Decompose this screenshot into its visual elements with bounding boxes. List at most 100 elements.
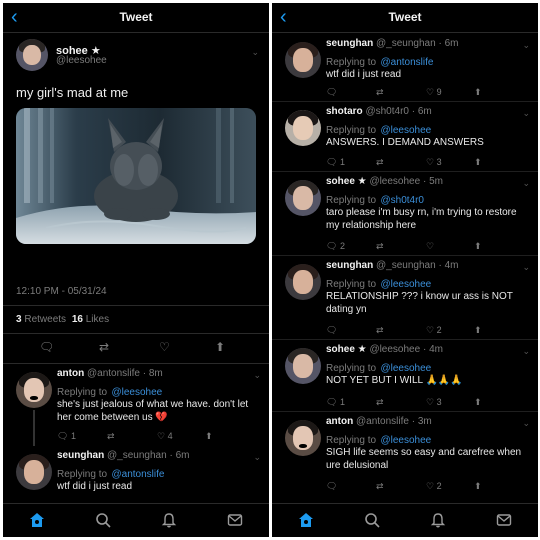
share-icon[interactable]: ⬆ <box>205 430 213 442</box>
reply-header: seunghan @_seunghan · 4m <box>326 260 458 271</box>
reply-tweet[interactable]: sohee ★ @leesohee · 5m Replying to @sh0t… <box>272 172 538 256</box>
author-handle: @_seunghan <box>376 38 436 49</box>
like-icon[interactable]: ♡ 9 <box>426 86 442 98</box>
reply-icon[interactable]: 🗨︎ 2 <box>326 240 345 252</box>
share-icon[interactable]: ⬆ <box>474 324 482 336</box>
bell-icon[interactable] <box>430 512 446 528</box>
retweet-icon[interactable]: ⇄ <box>376 86 384 98</box>
like-icon[interactable]: ♡ 2 <box>426 480 442 492</box>
like-count: 2 <box>436 481 442 491</box>
author-handle: @leesohee <box>369 344 421 355</box>
share-icon[interactable]: ⬆ <box>474 396 482 408</box>
chevron-down-icon[interactable]: ⌄ <box>253 452 261 463</box>
tweet-image[interactable] <box>16 108 256 244</box>
reply-tweet[interactable]: seunghan @_seunghan · 6m Replying to @an… <box>3 446 269 502</box>
retweet-icon[interactable]: ⇄ <box>376 480 384 492</box>
like-icon[interactable]: ♡ 2 <box>426 324 442 336</box>
reply-tweet[interactable]: shotaro @sh0t4r0 · 6m Replying to @leeso… <box>272 102 538 172</box>
mention-link[interactable]: @sh0t4r0 <box>380 195 424 206</box>
mention-link[interactable]: @leesohee <box>380 363 431 374</box>
retweet-icon[interactable]: ⇄ <box>376 324 384 336</box>
reply-icon[interactable]: 🗨︎ 1 <box>326 156 345 168</box>
home-icon[interactable] <box>298 512 314 528</box>
mention-link[interactable]: @leesohee <box>380 125 431 136</box>
avatar[interactable] <box>285 42 321 78</box>
reply-tweet[interactable]: anton @antonslife · 8m Replying to @lees… <box>3 364 269 446</box>
share-icon[interactable]: ⬆ <box>474 86 482 98</box>
mention-link[interactable]: @leesohee <box>380 435 431 446</box>
like-icon[interactable]: ♡ 3 <box>426 396 442 408</box>
reply-icon[interactable]: 🗨︎ 1 <box>57 430 76 442</box>
mail-icon[interactable] <box>496 512 512 528</box>
avatar[interactable] <box>285 348 321 384</box>
retweets-label[interactable]: Retweets <box>24 314 66 325</box>
reply-tweet[interactable]: anton @antonslife · 3m Replying to @lees… <box>272 412 538 496</box>
reply-tweet[interactable]: seunghan @_seunghan · 6m Replying to @an… <box>272 34 538 102</box>
reply-icon[interactable]: 🗨︎ 1 <box>326 396 345 408</box>
search-icon[interactable] <box>95 512 111 528</box>
dot-separator: · <box>408 416 418 427</box>
engagement-stats: 3 Retweets 16 Likes <box>16 314 109 325</box>
avatar[interactable] <box>285 110 321 146</box>
mention-link[interactable]: @antonslife <box>380 57 433 68</box>
avatar[interactable] <box>285 180 321 216</box>
chevron-down-icon[interactable]: ⌄ <box>251 47 259 58</box>
share-icon[interactable]: ⬆ <box>474 480 482 492</box>
retweet-icon[interactable]: ⇄ <box>376 156 384 168</box>
reply-tweet[interactable]: sohee ★ @leesohee · 4m Replying to @lees… <box>272 340 538 412</box>
search-icon[interactable] <box>364 512 380 528</box>
reply-icon[interactable]: 🗨︎ <box>326 86 337 98</box>
retweet-icon[interactable]: ⇄ <box>107 430 115 442</box>
like-count: 9 <box>436 87 442 97</box>
reply-icon[interactable]: 🗨︎ <box>326 480 337 492</box>
share-icon[interactable]: ⬆ <box>215 341 225 353</box>
mail-icon[interactable] <box>227 512 243 528</box>
author-name[interactable]: shotaro <box>326 106 363 117</box>
reply-icon[interactable]: 🗨︎ <box>39 341 54 353</box>
author-name[interactable]: anton <box>326 416 353 427</box>
author-handle: @_seunghan <box>376 260 436 271</box>
author-name[interactable]: seunghan <box>326 260 373 271</box>
like-icon[interactable]: ♡ 3 <box>426 156 442 168</box>
reply-actions: 🗨︎ 2 ⇄ ♡ ⬆ <box>326 240 522 252</box>
retweet-icon[interactable]: ⇄ <box>376 396 384 408</box>
avatar[interactable] <box>16 372 52 408</box>
like-icon[interactable]: ♡ <box>159 341 170 353</box>
reply-icon[interactable]: 🗨︎ <box>326 324 337 336</box>
reply-count: 1 <box>70 431 76 441</box>
mention-link[interactable]: @leesohee <box>111 387 162 398</box>
mention-link[interactable]: @leesohee <box>380 279 431 290</box>
avatar[interactable] <box>16 454 52 490</box>
reply-header: sohee ★ @leesohee · 4m <box>326 344 443 355</box>
chevron-down-icon[interactable]: ⌄ <box>253 370 261 381</box>
avatar[interactable] <box>285 264 321 300</box>
avatar[interactable] <box>285 420 321 456</box>
chevron-down-icon[interactable]: ⌄ <box>522 108 530 119</box>
author-name[interactable]: sohee ★ <box>326 176 367 187</box>
share-icon[interactable]: ⬆ <box>474 240 482 252</box>
author-name[interactable]: anton <box>57 368 84 379</box>
chevron-down-icon[interactable]: ⌄ <box>522 346 530 357</box>
author-handle: @leesohee <box>369 176 421 187</box>
reply-text: NOT YET BUT I WILL 🙏🙏🙏 <box>326 375 463 386</box>
author-name[interactable]: seunghan <box>326 38 373 49</box>
bell-icon[interactable] <box>161 512 177 528</box>
avatar[interactable] <box>16 39 48 71</box>
author-name[interactable]: sohee ★ <box>326 344 367 355</box>
like-icon[interactable]: ♡ <box>426 240 434 252</box>
reply-time: 6m <box>417 106 432 117</box>
chevron-down-icon[interactable]: ⌄ <box>522 262 530 273</box>
chevron-down-icon[interactable]: ⌄ <box>522 418 530 429</box>
like-icon[interactable]: ♡ 4 <box>157 430 173 442</box>
home-icon[interactable] <box>29 512 45 528</box>
retweet-icon[interactable]: ⇄ <box>376 240 384 252</box>
reply-tweet[interactable]: seunghan @_seunghan · 4m Replying to @le… <box>272 256 538 340</box>
retweet-icon[interactable]: ⇄ <box>99 341 109 353</box>
mention-link[interactable]: @antonslife <box>111 469 164 480</box>
likes-label[interactable]: Likes <box>86 314 109 325</box>
reply-actions: 🗨︎ ⇄ ♡ 9 ⬆ <box>326 86 522 98</box>
chevron-down-icon[interactable]: ⌄ <box>522 178 530 189</box>
share-icon[interactable]: ⬆ <box>474 156 482 168</box>
chevron-down-icon[interactable]: ⌄ <box>522 40 530 51</box>
author-name[interactable]: seunghan <box>57 450 104 461</box>
